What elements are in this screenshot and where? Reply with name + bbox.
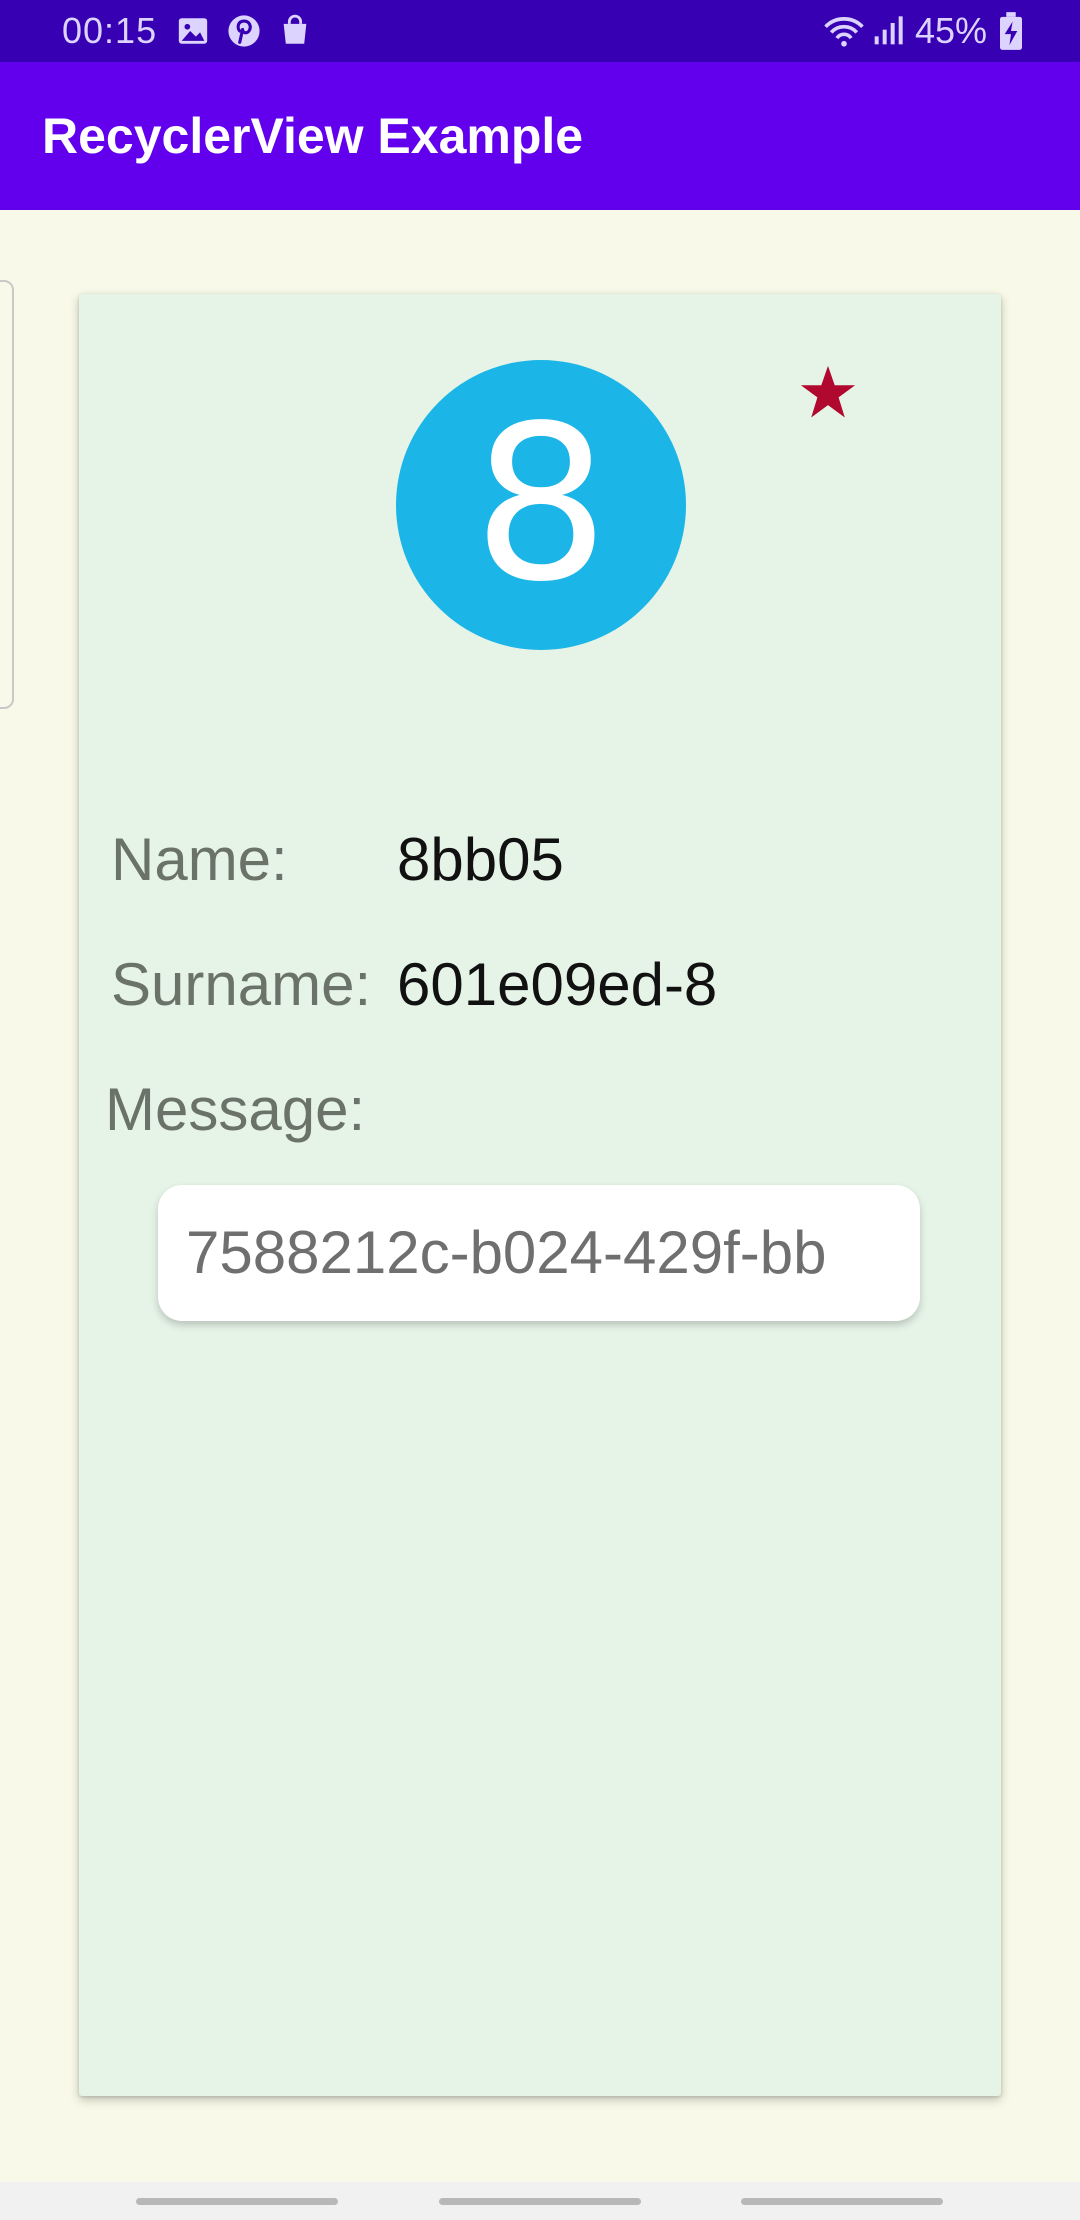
signal-icon (874, 16, 903, 45)
status-time: 00:15 (62, 10, 158, 51)
previous-card-peek[interactable] (0, 280, 14, 709)
avatar: 8 (396, 360, 686, 650)
shopping-bag-icon (283, 14, 307, 44)
app-title: RecyclerView Example (42, 108, 584, 164)
navigation-bar (0, 2182, 1080, 2220)
message-box[interactable]: 7588212c-b024-429f-bb (158, 1185, 920, 1321)
name-value: 8bb05 (397, 826, 564, 893)
name-label: Name: (111, 826, 288, 893)
surname-value: 601e09ed-8 (397, 951, 718, 1018)
message-value: 7588212c-b024-429f-bb (186, 1219, 827, 1286)
status-bar: 00:15 45% (0, 0, 1080, 62)
battery-charging-icon (1000, 12, 1022, 50)
nav-home-handle[interactable] (439, 2198, 641, 2205)
wifi-icon (824, 17, 864, 47)
image-icon (178, 18, 208, 44)
person-card[interactable]: 8 Name: 8bb05 Surname: 601e09ed-8 Messag… (79, 294, 1001, 2096)
message-label: Message: (105, 1076, 366, 1143)
battery-percentage: 45% (915, 10, 988, 51)
nav-back-handle[interactable] (741, 2198, 943, 2205)
nav-recents-handle[interactable] (136, 2198, 338, 2205)
star-icon[interactable] (797, 362, 859, 424)
pinterest-icon (228, 15, 260, 47)
app-bar: RecyclerView Example (0, 62, 1080, 210)
surname-label: Surname: (111, 951, 372, 1018)
